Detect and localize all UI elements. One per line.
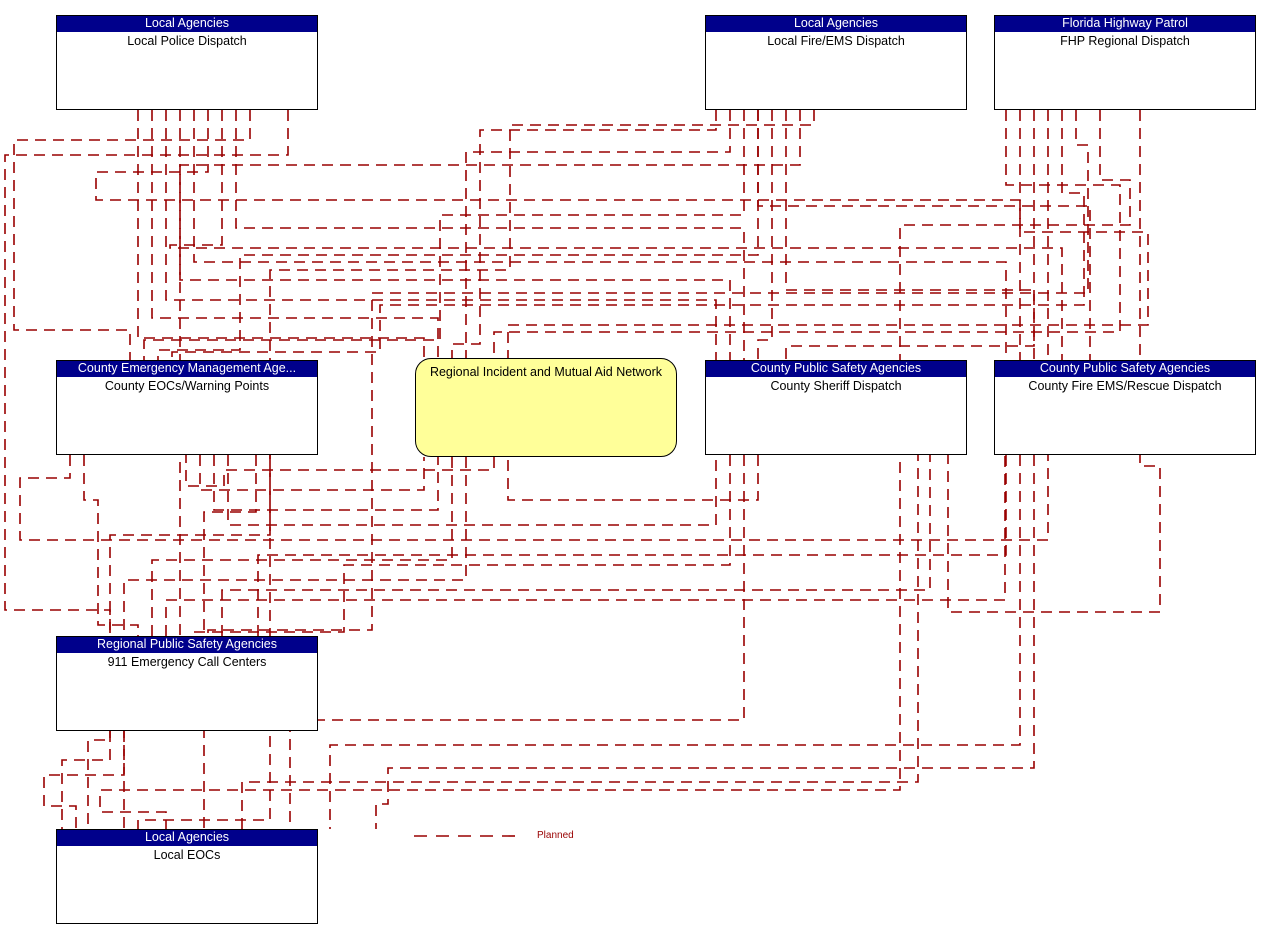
connector-layer [4,110,1161,829]
flow-local-fire-ems-dispatch-to-county-eocs-warning-points [143,110,745,360]
node-name-county-eocs-warning-points: County EOCs/Warning Points [104,379,270,393]
flow-county-fire-ems-rescue-dispatch-to-local-eocs [329,455,1021,829]
node-name-911-emergency-call-centers: 911 Emergency Call Centers [107,655,267,669]
flow-local-police-dispatch-to-county-fire-ems-rescue-dispatch [193,110,1007,360]
node-regional-incident-mutual-aid-network[interactable]: Regional Incident and Mutual Aid Network [415,358,677,457]
flow-county-sheriff-dispatch-to-local-eocs [289,455,745,829]
flow-local-fire-ems-dispatch-to-county-fire-ems-rescue-dispatch [785,110,1035,360]
flow-local-police-dispatch-to-county-sheriff-dispatch [165,110,717,360]
flow-fhp-regional-dispatch-to-regional-incident-mutual-aid-network [493,110,1121,358]
flow-county-eocs-warning-points-to-county-sheriff-dispatch [227,455,717,526]
flow-local-police-dispatch-to-county-sheriff-dispatch [179,110,731,360]
flow-911-emergency-call-centers-to-local-eocs [61,731,111,829]
node-local-police-dispatch[interactable]: Local Agencies Local Police Dispatch [56,15,318,110]
flow-local-fire-ems-dispatch-to-regional-incident-mutual-aid-network [465,110,731,358]
node-county-fire-ems-rescue-dispatch[interactable]: County Public Safety Agencies County Fire… [994,360,1256,455]
flow-local-police-dispatch-to-county-sheriff-dispatch [235,110,745,360]
node-name-local-police-dispatch: Local Police Dispatch [127,34,247,48]
flow-fhp-regional-dispatch-to-regional-incident-mutual-aid-network [507,110,1149,358]
node-county-eocs-warning-points[interactable]: County Emergency Management Age... County… [56,360,318,455]
node-fhp-regional-dispatch[interactable]: Florida Highway Patrol FHP Regional Dispa… [994,15,1256,110]
flow-county-sheriff-dispatch-to-911-emergency-call-centers [193,455,731,636]
flow-911-emergency-call-centers-to-county-fire-ems-rescue-dispatch [165,455,1006,636]
flow-regional-incident-mutual-aid-network-to-county-eocs-warning-points [185,455,495,487]
node-stakeholder-county-eocs-warning-points: County Emergency Management Age... [57,361,317,377]
node-stakeholder-fhp-regional-dispatch: Florida Highway Patrol [995,16,1255,32]
flow-local-police-dispatch-to-regional-incident-mutual-aid-network [151,110,439,358]
flow-local-police-dispatch-to-county-fire-ems-rescue-dispatch [169,110,1063,360]
node-local-fire-ems-dispatch[interactable]: Local Agencies Local Fire/EMS Dispatch [705,15,967,110]
node-stakeholder-local-police-dispatch: Local Agencies [57,16,317,32]
flow-fhp-regional-dispatch-to-county-eocs-warning-points [171,110,1085,360]
node-name-local-eocs: Local EOCs [153,848,221,862]
flow-local-fire-ems-dispatch-to-county-sheriff-dispatch [757,110,773,360]
flow-county-eocs-warning-points-to-regional-incident-mutual-aid-network [199,455,425,491]
flow-county-fire-ems-rescue-dispatch-to-local-eocs [375,455,1035,829]
node-name-local-fire-ems-dispatch: Local Fire/EMS Dispatch [767,34,905,48]
node-stakeholder-local-eocs: Local Agencies [57,830,317,846]
node-name-county-fire-ems-rescue-dispatch: County Fire EMS/Rescue Dispatch [1028,379,1222,393]
flow-county-eocs-warning-points-to-911-emergency-call-centers [83,455,139,636]
node-name-regional-incident-mutual-aid-network: Regional Incident and Mutual Aid Network [429,365,663,379]
flow-911-emergency-call-centers-to-local-eocs [43,731,125,829]
node-name-county-sheriff-dispatch: County Sheriff Dispatch [770,379,902,393]
legend-swatch [414,835,522,837]
node-stakeholder-county-sheriff-dispatch: County Public Safety Agencies [706,361,966,377]
diagram-canvas: Local Agencies Local Police Dispatch Local… [0,0,1268,940]
node-911-emergency-call-centers[interactable]: Regional Public Safety Agencies 911 Emerg… [56,636,318,731]
node-stakeholder-county-fire-ems-rescue-dispatch: County Public Safety Agencies [995,361,1255,377]
node-name-fhp-regional-dispatch: FHP Regional Dispatch [1060,34,1190,48]
node-stakeholder-911-emergency-call-centers: Regional Public Safety Agencies [57,637,317,653]
node-local-eocs[interactable]: Local Agencies Local EOCs [56,829,318,924]
flow-regional-incident-mutual-aid-network-to-911-emergency-call-centers [151,457,453,636]
flow-local-fire-ems-dispatch-to-county-fire-ems-rescue-dispatch [757,110,1091,360]
flow-local-fire-ems-dispatch-to-county-eocs-warning-points [157,110,759,360]
flow-local-fire-ems-dispatch-to-regional-incident-mutual-aid-network [451,110,717,358]
flow-local-police-dispatch-to-county-eocs-warning-points [13,110,251,360]
flow-local-eocs-to-county-sheriff-dispatch [241,455,919,829]
node-county-sheriff-dispatch[interactable]: County Public Safety Agencies County Sher… [705,360,967,455]
flow-county-fire-ems-rescue-dispatch-to-911-emergency-call-centers [257,455,1007,636]
flow-local-police-dispatch-to-regional-incident-mutual-aid-network [137,110,425,358]
flow-911-emergency-call-centers-to-county-sheriff-dispatch [221,455,931,636]
flow-fhp-regional-dispatch-to-county-sheriff-dispatch [785,110,1035,360]
flow-county-sheriff-dispatch-to-regional-incident-mutual-aid-network [507,455,759,501]
flow-local-police-dispatch-to-county-fire-ems-rescue-dispatch [95,110,1021,360]
flow-county-eocs-warning-points-to-county-fire-ems-rescue-dispatch [19,455,1049,541]
legend-label-planned: Planned [537,830,574,841]
flow-county-eocs-warning-points-to-regional-incident-mutual-aid-network [213,455,439,511]
node-stakeholder-local-fire-ems-dispatch: Local Agencies [706,16,966,32]
